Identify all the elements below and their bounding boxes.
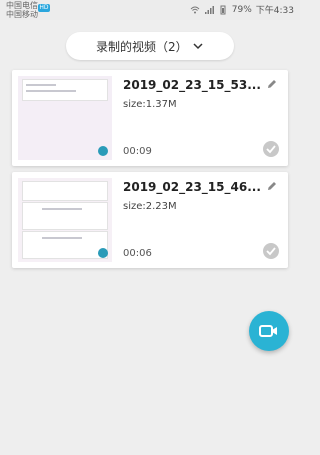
video-size: size:2.23M <box>123 201 177 212</box>
signal-icon <box>204 5 214 14</box>
thumbnail-line <box>42 208 82 210</box>
filter-label: 录制的视频（2） <box>96 40 188 54</box>
pencil-icon[interactable] <box>266 78 278 90</box>
check-circle-icon[interactable] <box>262 140 280 158</box>
thumbnail-line <box>26 84 56 86</box>
video-duration: 00:09 <box>123 146 152 157</box>
thumbnail-preview-panel <box>22 202 108 230</box>
thumbnail-preview-panel <box>22 231 108 259</box>
carrier-2: 中国移动 <box>6 10 38 19</box>
video-thumbnail[interactable] <box>18 76 112 160</box>
status-bar: 中国电信 中国移动 HD 79% 下午4:33 <box>0 0 300 20</box>
carrier-1: 中国电信 <box>6 1 38 10</box>
video-filter-dropdown[interactable]: 录制的视频（2） <box>66 32 234 60</box>
thumbnail-badge <box>98 146 108 156</box>
video-title: 2019_02_23_15_53... <box>123 78 261 92</box>
video-duration: 00:06 <box>123 248 152 259</box>
pencil-icon[interactable] <box>266 180 278 192</box>
video-card[interactable]: 2019_02_23_15_46... size:2.23M 00:06 <box>12 172 288 268</box>
chevron-down-icon <box>193 43 203 50</box>
video-thumbnail[interactable] <box>18 178 112 262</box>
record-video-button[interactable] <box>249 311 289 351</box>
thumbnail-line <box>42 237 82 239</box>
battery-icon <box>220 5 226 14</box>
hd-badge: HD <box>38 4 50 12</box>
status-icons: 79% 下午4:33 <box>190 3 294 16</box>
battery-percent: 79% <box>231 4 252 15</box>
clock: 下午4:33 <box>255 6 294 16</box>
carrier-info: 中国电信 中国移动 <box>6 1 38 19</box>
thumbnail-preview-panel <box>22 181 108 201</box>
video-size: size:1.37M <box>123 99 177 110</box>
thumbnail-line <box>26 90 76 92</box>
check-circle-icon[interactable] <box>262 242 280 260</box>
thumbnail-badge <box>98 248 108 258</box>
wifi-icon <box>190 6 200 13</box>
video-title: 2019_02_23_15_46... <box>123 180 261 194</box>
video-camera-icon <box>259 325 277 337</box>
video-card[interactable]: 2019_02_23_15_53... size:1.37M 00:09 <box>12 70 288 166</box>
